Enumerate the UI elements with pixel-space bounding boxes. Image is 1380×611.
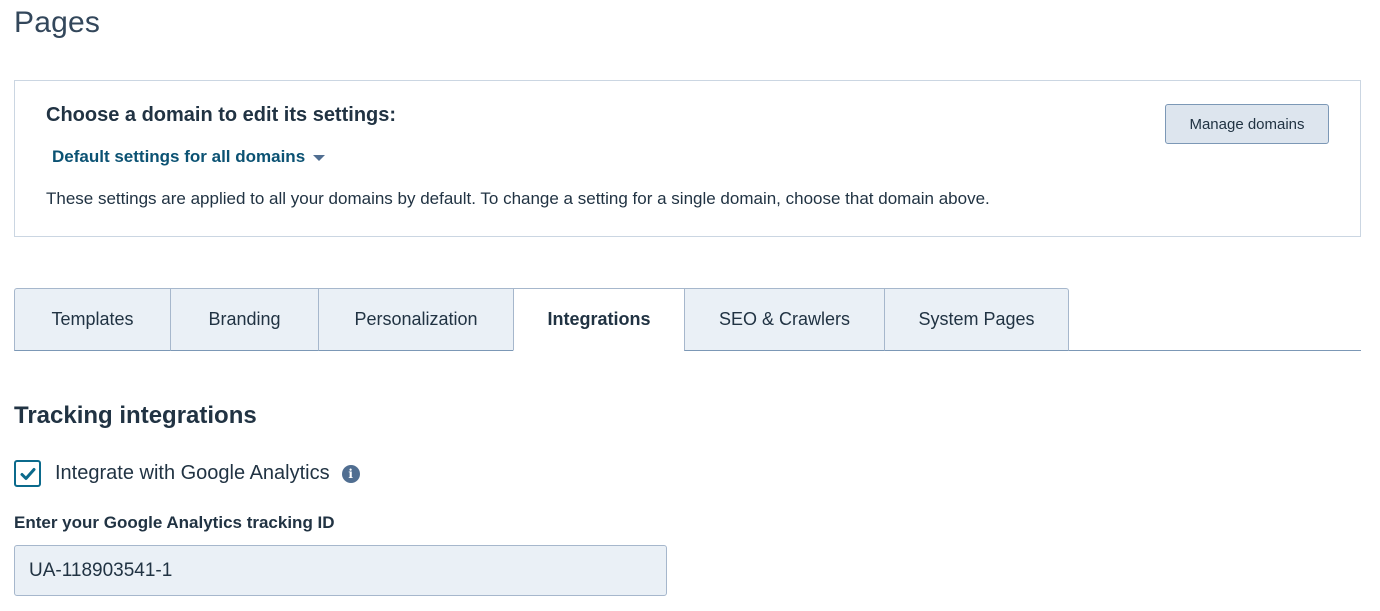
tab-integrations[interactable]: Integrations (513, 288, 684, 351)
caret-down-icon (313, 155, 326, 161)
checkmark-icon (20, 467, 35, 480)
domain-settings-card: Choose a domain to edit its settings: De… (14, 80, 1361, 237)
domain-card-description: These settings are applied to all your d… (46, 189, 990, 208)
tab-seo-crawlers[interactable]: SEO & Crawlers (684, 288, 884, 351)
google-analytics-checkbox[interactable] (14, 460, 41, 487)
info-circle-icon[interactable]: i (341, 464, 360, 483)
google-analytics-option: Integrate with Google Analytics i (14, 460, 360, 487)
domain-selector-dropdown[interactable]: Default settings for all domains (52, 147, 326, 167)
domain-card-heading: Choose a domain to edit its settings: (46, 104, 397, 126)
manage-domains-button[interactable]: Manage domains (1165, 104, 1329, 144)
tab-branding[interactable]: Branding (170, 288, 318, 351)
page-title: Pages (14, 6, 101, 39)
google-analytics-label[interactable]: Integrate with Google Analytics (55, 462, 330, 485)
tracking-integrations-heading: Tracking integrations (14, 402, 257, 429)
tab-personalization[interactable]: Personalization (318, 288, 513, 351)
tracking-id-input[interactable] (14, 545, 667, 596)
domain-selector-label: Default settings for all domains (52, 147, 306, 166)
tab-templates[interactable]: Templates (14, 288, 170, 351)
settings-tabs: Templates Branding Personalization Integ… (14, 288, 1361, 351)
tab-system-pages[interactable]: System Pages (884, 288, 1069, 351)
tracking-id-label: Enter your Google Analytics tracking ID (14, 513, 335, 532)
